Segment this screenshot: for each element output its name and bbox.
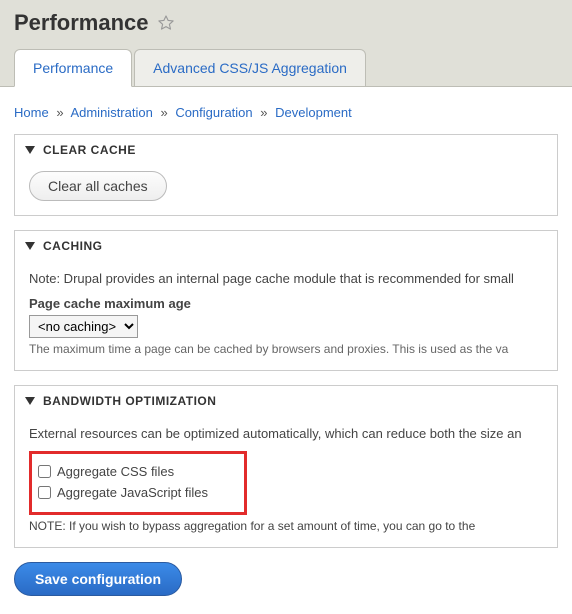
panel-legend: Clear cache: [43, 143, 136, 157]
tab-advanced-aggregation[interactable]: Advanced CSS/JS Aggregation: [134, 49, 366, 87]
breadcrumb-dev[interactable]: Development: [275, 105, 352, 120]
breadcrumb-separator: »: [256, 105, 271, 120]
page-title: Performance: [14, 10, 149, 36]
panel-caching: Caching Note: Drupal provides an interna…: [14, 230, 558, 371]
breadcrumb-config[interactable]: Configuration: [175, 105, 252, 120]
tab-label: Advanced CSS/JS Aggregation: [153, 60, 347, 76]
star-icon[interactable]: [157, 14, 175, 32]
aggregate-css-row[interactable]: Aggregate CSS files: [38, 464, 238, 479]
tabs: Performance Advanced CSS/JS Aggregation: [14, 49, 558, 87]
breadcrumb-separator: »: [52, 105, 67, 120]
panel-clear-cache: Clear cache Clear all caches: [14, 134, 558, 216]
highlight-box: Aggregate CSS files Aggregate JavaScript…: [29, 451, 247, 515]
bypass-note: NOTE: If you wish to bypass aggregation …: [29, 519, 543, 533]
bandwidth-intro: External resources can be optimized auto…: [29, 426, 543, 441]
panel-caching-summary[interactable]: Caching: [15, 231, 557, 261]
clear-all-caches-button[interactable]: Clear all caches: [29, 171, 167, 201]
max-age-select[interactable]: <no caching>: [29, 315, 138, 338]
caching-note: Note: Drupal provides an internal page c…: [29, 271, 543, 286]
max-age-description: The maximum time a page can be cached by…: [29, 342, 543, 356]
save-configuration-button[interactable]: Save configuration: [14, 562, 182, 596]
breadcrumb-separator: »: [156, 105, 171, 120]
aggregate-js-checkbox[interactable]: [38, 486, 51, 499]
breadcrumb-admin[interactable]: Administration: [70, 105, 152, 120]
breadcrumb-home[interactable]: Home: [14, 105, 49, 120]
panel-bandwidth: Bandwidth optimization External resource…: [14, 385, 558, 548]
tab-performance[interactable]: Performance: [14, 49, 132, 87]
panel-legend: Bandwidth optimization: [43, 394, 216, 408]
panel-clear-cache-summary[interactable]: Clear cache: [15, 135, 557, 165]
panel-bandwidth-summary[interactable]: Bandwidth optimization: [15, 386, 557, 416]
breadcrumb: Home » Administration » Configuration » …: [14, 101, 558, 134]
aggregate-js-row[interactable]: Aggregate JavaScript files: [38, 485, 238, 500]
aggregate-css-label: Aggregate CSS files: [57, 464, 174, 479]
panel-legend: Caching: [43, 239, 103, 253]
tab-label: Performance: [33, 60, 113, 76]
aggregate-css-checkbox[interactable]: [38, 465, 51, 478]
aggregate-js-label: Aggregate JavaScript files: [57, 485, 208, 500]
max-age-label: Page cache maximum age: [29, 296, 543, 311]
